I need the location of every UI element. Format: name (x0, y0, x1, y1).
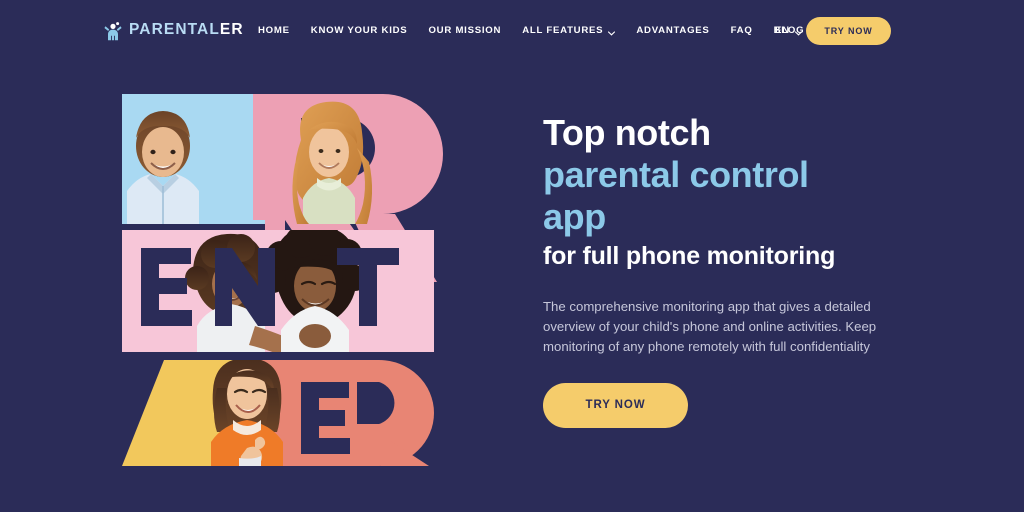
hero-try-now-button[interactable]: TRY NOW (543, 382, 688, 428)
nav-item-label: ALL FEATURES (522, 25, 604, 36)
headline-line-3: app (543, 196, 606, 238)
page-title: Top notch parental control app for full … (543, 112, 943, 273)
chevron-down-icon (608, 28, 616, 36)
nav-item-faq[interactable]: FAQ (731, 25, 753, 36)
headline-line-1: Top notch (543, 112, 711, 153)
nav-item-home[interactable]: HOME (258, 25, 290, 36)
nav-item-label: FAQ (730, 25, 753, 36)
hero-content: Top notch parental control app for full … (543, 112, 943, 428)
brand-name-suffix: ER (219, 21, 244, 39)
nav-item-label: ADVANTAGES (636, 25, 710, 36)
brand-logo[interactable]: PARENTALER (103, 19, 244, 41)
brand-name: PARENTALER (129, 22, 244, 38)
child-raised-arms-icon (103, 19, 123, 41)
chevron-down-icon (794, 28, 802, 36)
nav-item-label: OUR MISSION (428, 25, 502, 36)
headline-subline: for full phone monitoring (543, 242, 836, 271)
collage-row-aer (122, 360, 434, 466)
headline-line-2: parental control (543, 154, 809, 196)
language-selector[interactable]: EN (775, 25, 802, 36)
language-label: EN (775, 25, 790, 36)
nav-item-label: KNOW YOUR KIDS (310, 25, 408, 36)
hero-paragraph: The comprehensive monitoring app that gi… (543, 298, 877, 354)
main-navigation: HOME KNOW YOUR KIDS OUR MISSION ALL FEAT… (258, 25, 804, 36)
brand-name-main: PARENTAL (129, 21, 220, 39)
collage-row-ent (122, 230, 434, 352)
nav-item-label: HOME (258, 25, 290, 36)
nav-item-advantages[interactable]: ADVANTAGES (636, 25, 709, 36)
site-header: PARENTALER HOME KNOW YOUR KIDS OUR MISSI… (0, 0, 1024, 62)
header-try-now-button[interactable]: TRY NOW (806, 17, 891, 45)
hero-collage (105, 88, 450, 466)
hero-page: PARENTALER HOME KNOW YOUR KIDS OUR MISSI… (0, 0, 1024, 512)
nav-item-know-your-kids[interactable]: KNOW YOUR KIDS (311, 25, 408, 36)
nav-item-our-mission[interactable]: OUR MISSION (428, 25, 501, 36)
nav-item-all-features[interactable]: ALL FEATURES (522, 25, 616, 36)
